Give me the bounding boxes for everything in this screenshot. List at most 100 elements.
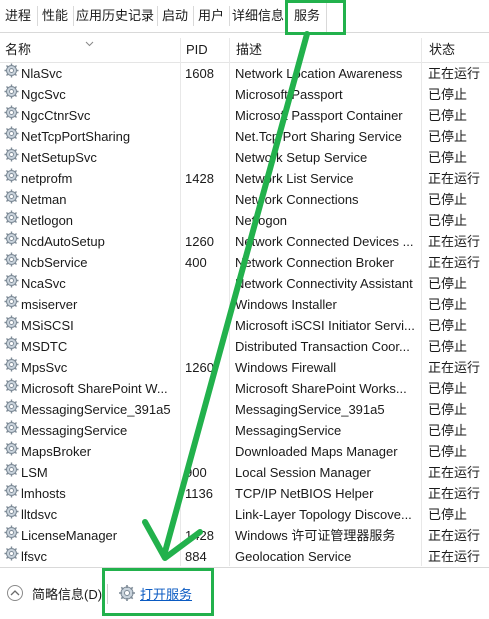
- service-row[interactable]: NcbService 400 Network Connection Broker 正在…: [0, 252, 489, 273]
- service-name: Netman: [21, 192, 67, 207]
- service-row[interactable]: Netman Network Connections 已停止: [0, 189, 489, 210]
- tab-startup[interactable]: 启动: [158, 0, 192, 32]
- service-row[interactable]: MapsBroker Downloaded Maps Manager 已停止: [0, 441, 489, 462]
- service-name: Microsoft SharePoint W...: [21, 381, 168, 396]
- service-row[interactable]: lmhosts 1136 TCP/IP NetBIOS Helper 正在运行: [0, 483, 489, 504]
- service-status: 已停止: [428, 318, 468, 333]
- column-header: 名称 PID 描述 状态: [0, 38, 489, 63]
- service-gear-icon: [4, 189, 19, 204]
- service-description: MessagingService: [235, 423, 342, 438]
- service-name: NetTcpPortSharing: [21, 129, 131, 144]
- service-name: MessagingService: [21, 423, 128, 438]
- service-gear-icon: [4, 315, 19, 330]
- service-status: 正在运行: [428, 465, 481, 480]
- service-status: 已停止: [428, 150, 468, 165]
- service-description: Network Connection Broker: [235, 255, 394, 270]
- service-status: 正在运行: [428, 66, 481, 81]
- service-pid: 1428: [185, 528, 214, 543]
- fewer-details-link[interactable]: 简略信息(D): [32, 584, 102, 603]
- service-description: Geolocation Service: [235, 549, 352, 564]
- service-row[interactable]: msiserver Windows Installer 已停止: [0, 294, 489, 315]
- service-pid: 1136: [185, 486, 213, 501]
- service-row[interactable]: NgcSvc Microsoft Passport 已停止: [0, 84, 489, 105]
- service-row[interactable]: NetSetupSvc Network Setup Service 已停止: [0, 147, 489, 168]
- collapse-chevron-icon[interactable]: [7, 585, 23, 601]
- annotation-box-services-tab: [285, 0, 346, 35]
- tab-users[interactable]: 用户: [194, 0, 228, 32]
- service-row[interactable]: netprofm 1428 Network List Service 正在运行: [0, 168, 489, 189]
- column-header-pid[interactable]: PID: [186, 38, 208, 62]
- service-gear-icon: [4, 105, 19, 120]
- service-row[interactable]: NlaSvc 1608 Network Location Awareness 正在运行: [0, 63, 489, 84]
- service-description: Windows Firewall: [235, 360, 337, 375]
- service-description: Microsoft iSCSI Initiator Servi...: [235, 318, 415, 333]
- service-row[interactable]: LicenseManager 1428 Windows 许可证管理器服务 正在运行: [0, 525, 489, 546]
- column-header-status[interactable]: 状态: [429, 38, 455, 62]
- service-name: Netlogon: [21, 213, 74, 228]
- service-gear-icon: [4, 210, 19, 225]
- tab-processes[interactable]: 进程: [0, 0, 36, 32]
- service-row[interactable]: LSM 900 Local Session Manager 正在运行: [0, 462, 489, 483]
- service-description: Microsoft Passport: [235, 87, 343, 102]
- service-description: Network Connections: [235, 192, 359, 207]
- service-status: 已停止: [428, 87, 468, 102]
- service-description: Microsoft SharePoint Works...: [235, 381, 407, 396]
- service-gear-icon: [4, 504, 19, 519]
- service-gear-icon: [4, 336, 19, 351]
- tab-bar: 进程 性能 应用历史记录 启动 用户 详细信息 服务: [0, 0, 489, 33]
- service-pid: 1260: [185, 234, 214, 249]
- service-status: 正在运行: [428, 234, 481, 249]
- service-gear-icon: [4, 168, 19, 183]
- service-row[interactable]: Netlogon Netlogon 已停止: [0, 210, 489, 231]
- service-description: Link-Layer Topology Discove...: [235, 507, 412, 522]
- service-gear-icon: [4, 294, 19, 309]
- service-status: 已停止: [428, 129, 468, 144]
- service-description: Local Session Manager: [235, 465, 371, 480]
- service-status: 正在运行: [428, 549, 481, 564]
- service-pid: 1428: [185, 171, 214, 186]
- service-gear-icon: [4, 483, 19, 498]
- service-gear-icon: [4, 63, 19, 78]
- service-gear-icon: [4, 378, 19, 393]
- service-row[interactable]: NetTcpPortSharing Net.Tcp Port Sharing Se…: [0, 126, 489, 147]
- service-gear-icon: [4, 462, 19, 477]
- service-description: Network List Service: [235, 171, 354, 186]
- service-row[interactable]: Microsoft SharePoint W... Microsoft Share…: [0, 378, 489, 399]
- service-row[interactable]: lltdsvc Link-Layer Topology Discove... 已停止: [0, 504, 489, 525]
- service-gear-icon: [4, 399, 19, 414]
- service-row[interactable]: NcaSvc Network Connectivity Assistant 已停止: [0, 273, 489, 294]
- service-pid: 884: [185, 549, 207, 564]
- service-row[interactable]: MSDTC Distributed Transaction Coor... 已停止: [0, 336, 489, 357]
- service-name: MSDTC: [21, 339, 68, 354]
- service-name: NetSetupSvc: [21, 150, 97, 165]
- service-pid: 1608: [185, 66, 214, 81]
- service-status: 正在运行: [428, 360, 481, 375]
- service-name: NcdAutoSetup: [21, 234, 105, 249]
- service-row[interactable]: MessagingService MessagingService 已停止: [0, 420, 489, 441]
- footer-bar: 简略信息(D) 打开服务: [0, 567, 489, 619]
- tab-details[interactable]: 详细信息: [230, 0, 286, 32]
- service-row[interactable]: NcdAutoSetup 1260 Network Connected Device…: [0, 231, 489, 252]
- service-row[interactable]: MessagingService_391a5 MessagingService_3…: [0, 399, 489, 420]
- service-name: netprofm: [21, 171, 73, 186]
- service-description: Network Location Awareness: [235, 66, 403, 81]
- service-row[interactable]: MSiSCSI Microsoft iSCSI Initiator Servi..…: [0, 315, 489, 336]
- service-name: NcaSvc: [21, 276, 66, 291]
- column-header-description[interactable]: 描述: [236, 38, 262, 62]
- tab-performance[interactable]: 性能: [38, 0, 72, 32]
- tab-app-history[interactable]: 应用历史记录: [74, 0, 156, 32]
- column-header-name[interactable]: 名称: [5, 38, 31, 62]
- service-row[interactable]: NgcCtnrSvc Microsoft Passport Container 已停…: [0, 105, 489, 126]
- service-status: 已停止: [428, 276, 468, 291]
- services-list: NlaSvc 1608 Network Location Awareness 正在运行…: [0, 63, 489, 567]
- service-description: MessagingService_391a5: [235, 402, 385, 417]
- service-name: NcbService: [21, 255, 88, 270]
- service-description: Netlogon: [235, 213, 288, 228]
- service-name: MpsSvc: [21, 360, 68, 375]
- service-status: 正在运行: [428, 255, 481, 270]
- service-row[interactable]: MpsSvc 1260 Windows Firewall 正在运行: [0, 357, 489, 378]
- service-description: Microsoft Passport Container: [235, 108, 403, 123]
- service-row[interactable]: lfsvc 884 Geolocation Service 正在运行: [0, 546, 489, 567]
- service-status: 正在运行: [428, 486, 481, 501]
- service-status: 正在运行: [428, 528, 481, 543]
